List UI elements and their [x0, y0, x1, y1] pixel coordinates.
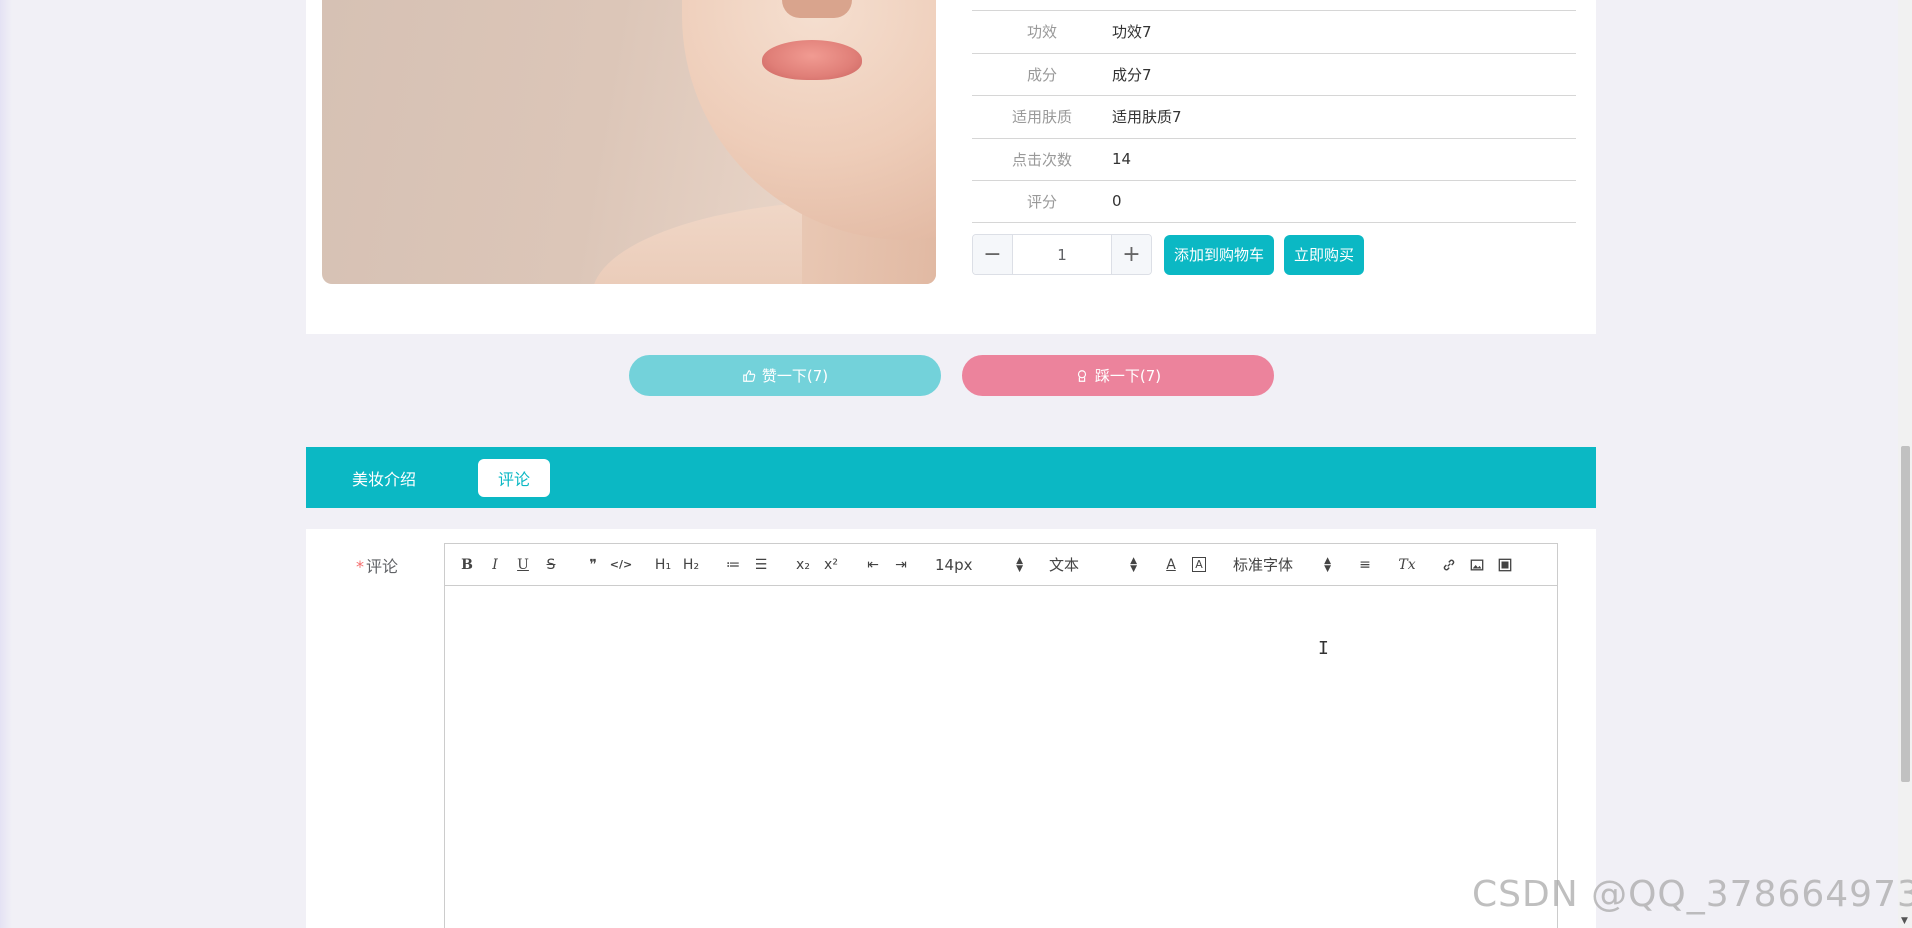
increase-quantity-button[interactable]: +: [1111, 235, 1151, 274]
strike-button[interactable]: S: [537, 553, 565, 577]
code-block-button[interactable]: </>: [607, 553, 635, 577]
purchase-actions: − + 添加到购物车 立即购买: [972, 234, 1365, 275]
indent-button[interactable]: ⇥: [887, 553, 915, 577]
spec-row-rating: 评分 0: [972, 180, 1576, 223]
bold-button[interactable]: B: [453, 553, 481, 577]
video-icon: [1498, 558, 1512, 571]
spec-label: 点击次数: [1011, 150, 1072, 169]
spec-row-ingredients: 成分 成分7: [972, 52, 1576, 96]
bullet-list-button[interactable]: ☰: [747, 553, 775, 577]
product-panel: 功效 功效7 成分 成分7 适用肤质 适用肤质7 点击次数 14 评分 0 − …: [306, 0, 1596, 334]
left-edge-shade: [0, 0, 12, 928]
spec-row-click-count: 点击次数 14: [972, 137, 1576, 181]
background-color-icon: A: [1192, 557, 1206, 572]
background-color-button[interactable]: A: [1185, 553, 1213, 577]
spec-label: 功效: [1026, 23, 1057, 42]
image-button[interactable]: [1463, 553, 1491, 577]
image-face-shape: [682, 0, 936, 240]
header-value: 文本: [1049, 556, 1080, 574]
font-size-value: 14px: [935, 555, 973, 574]
dislike-button[interactable]: 踩一下(7): [962, 355, 1274, 396]
spec-row-efficacy: 功效 功效7: [972, 10, 1576, 53]
ordered-list-button[interactable]: ≔: [719, 553, 747, 577]
image-lips-shape: [762, 40, 862, 80]
like-button[interactable]: 赞一下(7): [629, 355, 941, 396]
dislike-label: 踩一下(7): [1094, 367, 1162, 385]
tab-comments[interactable]: 评论: [478, 458, 551, 497]
subscript-button[interactable]: x₂: [789, 553, 817, 577]
product-image: [322, 0, 936, 284]
comment-editor-body[interactable]: [445, 586, 1557, 928]
header-select[interactable]: 文本 ▲ ▼: [1043, 553, 1143, 577]
add-to-cart-button[interactable]: 添加到购物车: [1164, 234, 1275, 275]
spec-label: 成分: [1026, 65, 1057, 84]
link-button[interactable]: [1435, 553, 1463, 577]
comment-panel: * 评论 B I U S ❞ </> H₁ H₂ ≔ ☰ x₂ x² ⇤ ⇥ 14…: [306, 529, 1596, 928]
outdent-button[interactable]: ⇤: [859, 553, 887, 577]
required-mark: *: [356, 557, 364, 576]
select-arrows-icon: ▲ ▼: [1324, 555, 1331, 574]
quantity-input[interactable]: [1013, 235, 1111, 274]
spec-value: 0: [1112, 192, 1122, 211]
like-label: 赞一下(7): [761, 367, 829, 385]
comment-field-label: * 评论: [356, 553, 398, 577]
page-scrollbar[interactable]: ▼: [1898, 0, 1912, 928]
heading-1-button[interactable]: H₁: [649, 553, 677, 577]
text-cursor-icon: I: [1318, 638, 1329, 659]
watermark-text: CSDN @QQ_3786649731: [1472, 874, 1912, 915]
detail-tab-bar: 美妆介绍 评论: [306, 447, 1596, 508]
spec-row-skin-type: 适用肤质 适用肤质7: [972, 95, 1576, 138]
buy-now-button[interactable]: 立即购买: [1284, 234, 1365, 275]
image-icon: [1470, 559, 1484, 570]
align-button[interactable]: ≡: [1351, 553, 1379, 577]
thumbs-down-icon: [1077, 369, 1086, 382]
scrollbar-thumb[interactable]: [1901, 446, 1910, 782]
blockquote-button[interactable]: ❞: [579, 553, 607, 577]
spec-value: 适用肤质7: [1112, 108, 1182, 127]
spec-label: 适用肤质: [1011, 108, 1072, 127]
thumbs-up-icon: [743, 369, 756, 382]
heading-2-button[interactable]: H₂: [677, 553, 705, 577]
link-icon: [1443, 559, 1455, 570]
text-color-icon: A: [1166, 556, 1176, 573]
decrease-quantity-button[interactable]: −: [973, 235, 1013, 274]
underline-button[interactable]: U: [509, 553, 537, 577]
select-arrows-icon: ▲ ▼: [1130, 555, 1137, 574]
comment-label-text: 评论: [366, 557, 399, 576]
superscript-button[interactable]: x²: [817, 553, 845, 577]
font-size-select[interactable]: 14px ▲ ▼: [929, 553, 1029, 577]
video-button[interactable]: [1491, 553, 1519, 577]
select-arrows-icon: ▲ ▼: [1016, 555, 1023, 574]
spec-label: 评分: [1026, 192, 1057, 211]
rich-text-editor: B I U S ❞ </> H₁ H₂ ≔ ☰ x₂ x² ⇤ ⇥ 14px ▲…: [444, 543, 1558, 928]
font-family-value: 标准字体: [1233, 556, 1294, 574]
scroll-down-arrow-icon[interactable]: ▼: [1901, 916, 1908, 926]
spec-value: 成分7: [1112, 65, 1152, 84]
product-specs-table: 功效 功效7 成分 成分7 适用肤质 适用肤质7 点击次数 14 评分 0: [972, 10, 1576, 223]
quantity-stepper: − +: [972, 234, 1152, 275]
italic-button[interactable]: I: [481, 553, 509, 577]
text-color-button[interactable]: A: [1157, 553, 1185, 577]
editor-toolbar: B I U S ❞ </> H₁ H₂ ≔ ☰ x₂ x² ⇤ ⇥ 14px ▲…: [445, 544, 1557, 586]
font-family-select[interactable]: 标准字体 ▲ ▼: [1227, 553, 1337, 577]
image-nose-shape: [782, 0, 852, 18]
clear-format-button[interactable]: Tx: [1393, 553, 1421, 577]
spec-value: 功效7: [1112, 23, 1152, 42]
tab-beauty-intro[interactable]: 美妆介绍: [340, 459, 428, 497]
spec-value: 14: [1112, 150, 1132, 169]
